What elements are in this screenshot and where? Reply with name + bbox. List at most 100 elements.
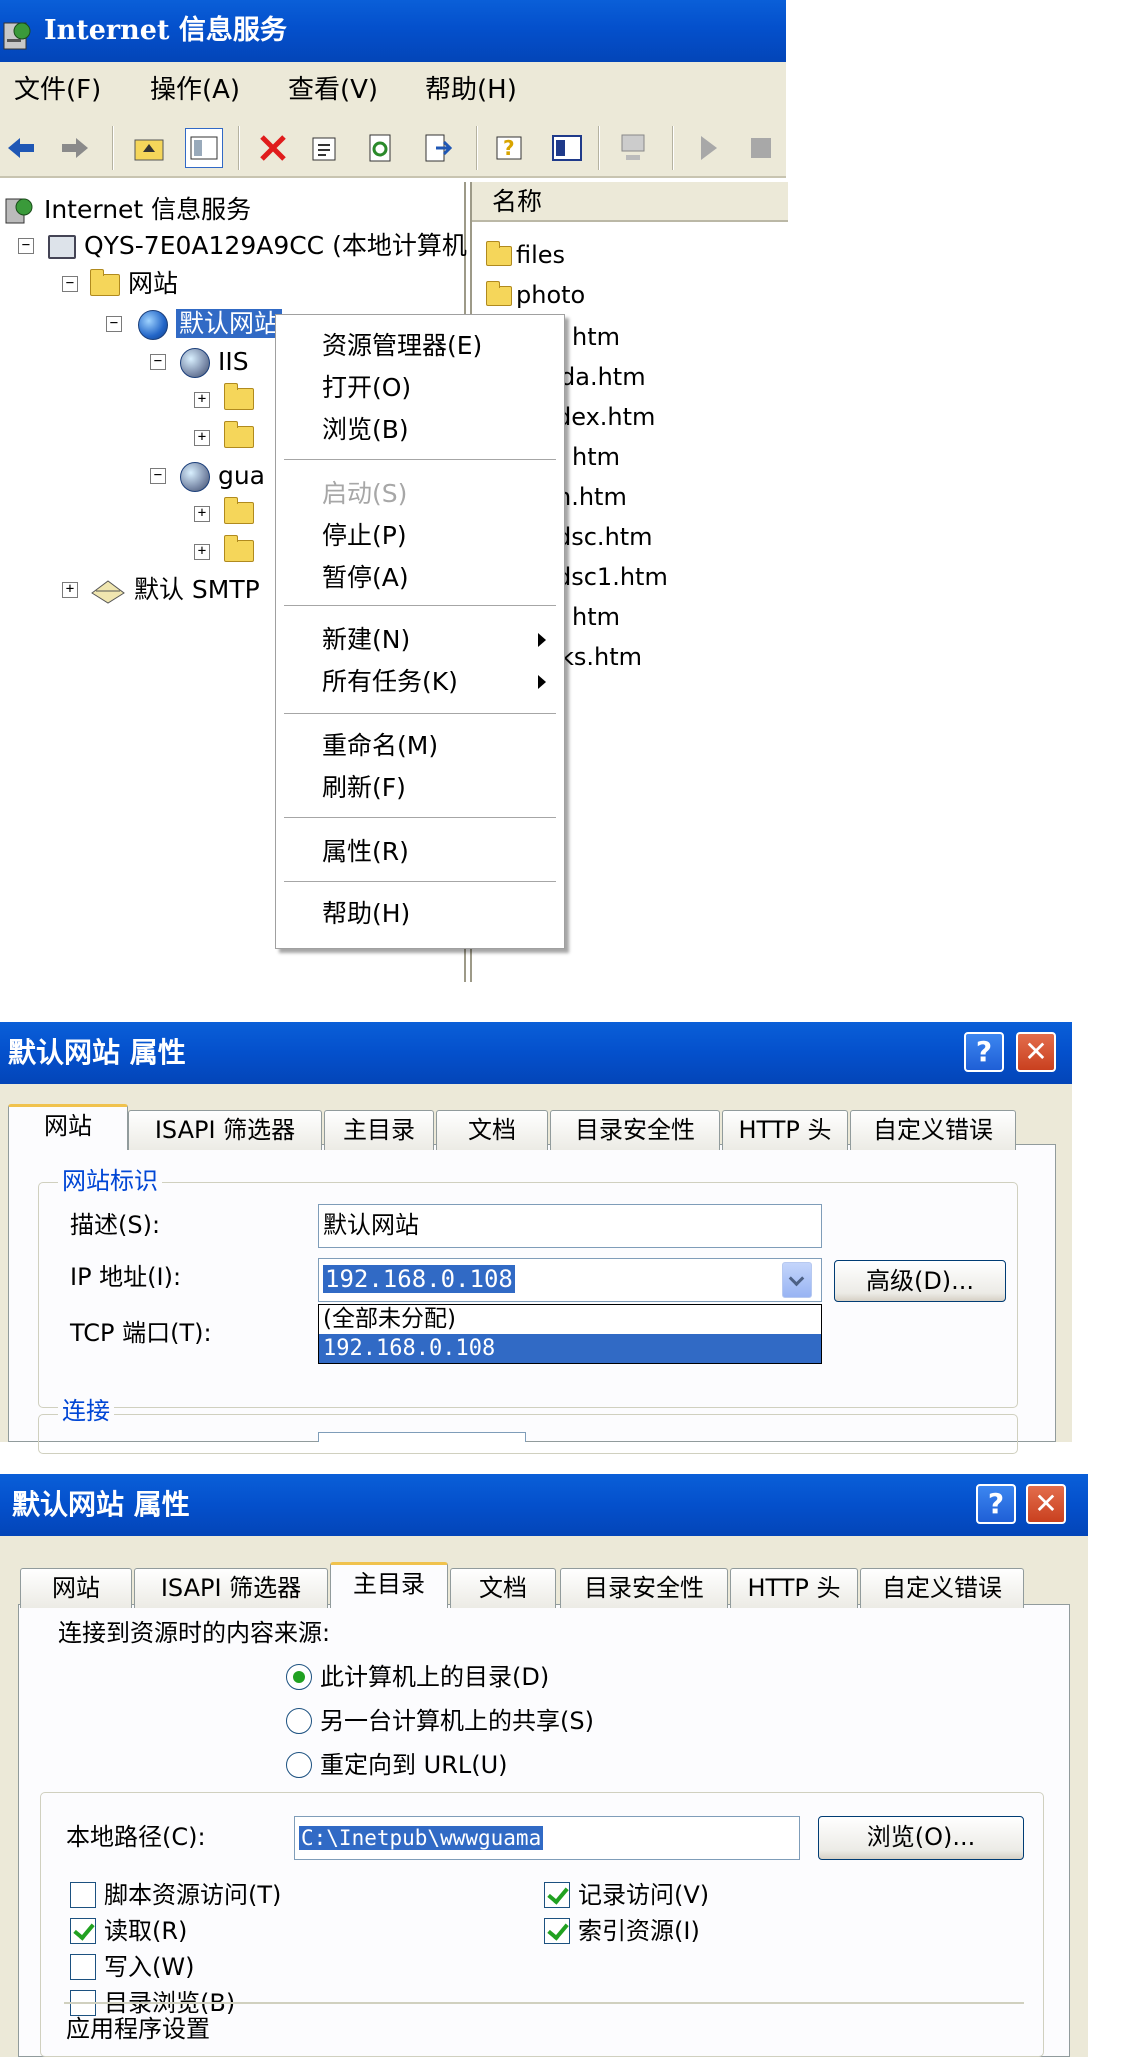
collapse-icon[interactable]: − [106,316,122,332]
collapse-icon[interactable]: − [150,354,166,370]
tab-isapi[interactable]: ISAPI 筛选器 [128,1110,322,1150]
tab-directory-security[interactable]: 目录安全性 [560,1568,728,1608]
advanced-button[interactable]: 高级(D)... [834,1260,1006,1302]
tree-default-site[interactable]: 默认网站 [138,306,282,342]
ctx-explorer[interactable]: 资源管理器(E) [322,327,482,365]
expand-icon[interactable]: + [194,430,210,446]
tab-isapi[interactable]: ISAPI 筛选器 [134,1568,328,1608]
tree-gua-node[interactable]: gua [180,458,265,494]
ctx-refresh[interactable]: 刷新(F) [322,769,406,807]
collapse-icon[interactable]: − [62,276,78,292]
expand-icon[interactable]: + [194,392,210,408]
checkbox-index-resource[interactable] [544,1918,570,1944]
ctx-new[interactable]: 新建(N) [322,621,410,659]
column-header-name[interactable]: 名称 [472,182,788,222]
dropdown-option[interactable]: (全部未分配) [319,1305,821,1334]
start-icon[interactable] [690,128,728,168]
help-question-icon[interactable]: ? [976,1484,1016,1524]
ctx-stop[interactable]: 停止(P) [322,517,407,555]
ctx-properties[interactable]: 属性(R) [322,833,409,871]
tree-subfolder[interactable] [224,494,254,530]
tree-websites[interactable]: 网站 [90,266,178,302]
tree-subfolder[interactable] [224,532,254,568]
menu-help[interactable]: 帮助(H) [425,62,517,118]
expand-icon[interactable]: + [62,582,78,598]
tree-subfolder[interactable] [224,380,254,416]
tree-iis-node[interactable]: IIS [180,344,249,380]
tree-root[interactable]: Internet 信息服务 [4,192,251,228]
tab-custom-errors[interactable]: 自定义错误 [850,1110,1016,1150]
expand-icon[interactable]: + [194,506,210,522]
tab-website[interactable]: 网站 [20,1568,132,1608]
context-menu: 资源管理器(E) 打开(O) 浏览(B) 启动(S) 停止(P) 暂停(A) 新… [275,314,565,949]
group-connections [38,1414,1018,1454]
description-input[interactable]: 默认网站 [318,1204,822,1248]
tab-http-headers[interactable]: HTTP 头 [722,1110,848,1150]
help-question-icon[interactable]: ? [964,1032,1004,1072]
close-icon[interactable]: ✕ [1026,1484,1066,1524]
ctx-help[interactable]: 帮助(H) [322,895,410,933]
ip-address-select[interactable]: 192.168.0.108 [318,1258,822,1302]
browse-button[interactable]: 浏览(O)... [818,1816,1024,1860]
ctx-rename[interactable]: 重命名(M) [322,727,438,765]
tree-subfolder[interactable] [224,418,254,454]
collapse-icon[interactable]: − [150,468,166,484]
back-icon[interactable] [2,128,40,168]
local-path-input[interactable]: C:\Inetpub\wwwguama [294,1816,800,1860]
mmc-view-icon[interactable] [548,128,586,168]
tab-website[interactable]: 网站 [8,1104,128,1150]
help-icon[interactable]: ? [492,128,530,168]
tree-smtp[interactable]: 默认 SMTP [90,572,260,608]
checkbox-script-access[interactable] [70,1882,96,1908]
up-folder-icon[interactable] [130,128,168,168]
tab-http-headers[interactable]: HTTP 头 [730,1568,858,1608]
list-item[interactable]: htm [572,322,620,352]
tab-home-directory[interactable]: 主目录 [324,1110,434,1150]
tab-documents[interactable]: 文档 [436,1110,548,1150]
expand-icon[interactable]: + [194,544,210,560]
chevron-down-icon[interactable] [782,1262,812,1298]
menu-view[interactable]: 查看(V) [288,62,378,118]
radio-redirect-url[interactable] [286,1752,312,1778]
tab-home-directory[interactable]: 主目录 [330,1562,448,1608]
tree-computer[interactable]: QYS-7E0A129A9CC (本地计算机 [48,228,467,264]
checkbox-write[interactable] [70,1954,96,1980]
list-item[interactable]: ks.htm [560,642,642,672]
list-item[interactable]: photo [486,280,585,310]
list-item[interactable]: da.htm [560,362,646,392]
list-item[interactable]: h.htm [556,482,627,512]
tab-directory-security[interactable]: 目录安全性 [550,1110,720,1150]
connection-timeout-input[interactable] [318,1432,526,1442]
delete-icon[interactable] [254,128,292,168]
list-item[interactable]: dsc1.htm [556,562,668,592]
svg-text:?: ? [503,136,515,160]
tree-root-label: Internet 信息服务 [43,195,252,224]
menu-action[interactable]: 操作(A) [150,62,240,118]
radio-local-directory[interactable] [286,1664,312,1690]
list-item[interactable]: dex.htm [556,402,655,432]
close-icon[interactable]: ✕ [1016,1032,1056,1072]
forward-icon[interactable] [56,128,94,168]
checkbox-read[interactable] [70,1918,96,1944]
show-tree-icon[interactable] [185,128,223,168]
dropdown-option-selected[interactable]: 192.168.0.108 [319,1334,821,1363]
refresh-icon[interactable] [362,128,400,168]
checkbox-log-visits[interactable] [544,1882,570,1908]
radio-network-share[interactable] [286,1708,312,1734]
stop-icon[interactable] [742,128,780,168]
tab-documents[interactable]: 文档 [450,1568,556,1608]
properties-icon[interactable] [306,128,344,168]
list-item[interactable]: dsc.htm [556,522,653,552]
ctx-pause[interactable]: 暂停(A) [322,559,409,597]
export-list-icon[interactable] [418,128,456,168]
list-item[interactable]: htm [572,442,620,472]
computer-icon[interactable] [614,128,652,168]
list-item[interactable]: files [486,240,565,270]
list-item[interactable]: htm [572,602,620,632]
collapse-icon[interactable]: − [18,238,34,254]
ctx-all-tasks[interactable]: 所有任务(K) [322,663,458,701]
ctx-open[interactable]: 打开(O) [322,369,411,407]
tab-custom-errors[interactable]: 自定义错误 [860,1568,1024,1608]
menu-file[interactable]: 文件(F) [14,62,101,118]
ctx-browse[interactable]: 浏览(B) [322,411,409,449]
